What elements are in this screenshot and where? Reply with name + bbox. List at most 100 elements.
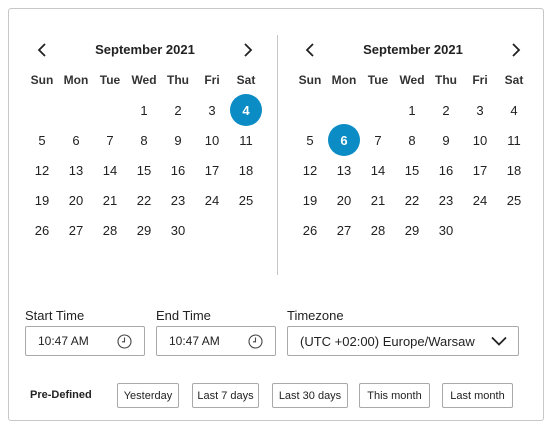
- preset-last-month-button[interactable]: Last month: [442, 383, 513, 408]
- calendar-header: September 2021: [25, 35, 265, 65]
- day-cell[interactable]: 6: [59, 125, 93, 155]
- clock-icon[interactable]: [117, 334, 132, 349]
- next-month-button[interactable]: [233, 35, 263, 65]
- day-cell[interactable]: 25: [229, 185, 263, 215]
- day-cell[interactable]: 1: [395, 95, 429, 125]
- day-cell[interactable]: 8: [395, 125, 429, 155]
- day-cell[interactable]: 8: [127, 125, 161, 155]
- day-cell[interactable]: 22: [395, 185, 429, 215]
- day-number: 13: [68, 162, 84, 178]
- day-cell[interactable]: 25: [497, 185, 531, 215]
- day-cell[interactable]: 29: [395, 215, 429, 245]
- day-number: 11: [507, 132, 521, 148]
- day-cell[interactable]: 12: [25, 155, 59, 185]
- day-cell[interactable]: 26: [293, 215, 327, 245]
- day-cell[interactable]: 9: [161, 125, 195, 155]
- day-cell[interactable]: 22: [127, 185, 161, 215]
- day-number: 7: [374, 132, 382, 148]
- day-number: 16: [438, 162, 454, 178]
- day-number: 27: [336, 222, 352, 238]
- day-cell[interactable]: 11: [229, 125, 263, 155]
- day-cell[interactable]: 16: [161, 155, 195, 185]
- day-cell[interactable]: 14: [361, 155, 395, 185]
- day-cell[interactable]: 2: [429, 95, 463, 125]
- day-cell[interactable]: 13: [59, 155, 93, 185]
- end-time-input[interactable]: 10:47 AM: [156, 326, 276, 356]
- day-cell[interactable]: 7: [93, 125, 127, 155]
- preset-this-month-button[interactable]: This month: [359, 383, 430, 408]
- day-cell[interactable]: 7: [361, 125, 395, 155]
- day-number: 30: [170, 222, 186, 238]
- day-cell[interactable]: 4: [497, 95, 531, 125]
- selected-day-cell[interactable]: 6: [327, 124, 361, 156]
- end-time-label: End Time: [156, 308, 211, 323]
- day-cell[interactable]: 5: [25, 125, 59, 155]
- day-cell[interactable]: 15: [127, 155, 161, 185]
- day-cell[interactable]: 24: [195, 185, 229, 215]
- day-cell[interactable]: 9: [429, 125, 463, 155]
- day-cell[interactable]: 23: [429, 185, 463, 215]
- next-month-button[interactable]: [501, 35, 531, 65]
- empty-day-cell: [293, 95, 327, 125]
- chevron-right-icon: [244, 43, 253, 57]
- day-cell[interactable]: 10: [195, 125, 229, 155]
- preset-yesterday-button[interactable]: Yesterday: [117, 383, 179, 408]
- day-cell[interactable]: 27: [59, 215, 93, 245]
- day-cell[interactable]: 20: [327, 185, 361, 215]
- day-number: 7: [106, 132, 114, 148]
- day-number: 12: [34, 162, 50, 178]
- day-cell[interactable]: 11: [497, 125, 531, 155]
- start-time-input[interactable]: 10:47 AM: [25, 326, 145, 356]
- day-cell[interactable]: 30: [429, 215, 463, 245]
- day-cell[interactable]: 30: [161, 215, 195, 245]
- day-cell[interactable]: 18: [229, 155, 263, 185]
- day-cell[interactable]: 24: [463, 185, 497, 215]
- day-cell[interactable]: 23: [161, 185, 195, 215]
- clock-icon[interactable]: [248, 334, 263, 349]
- day-cell[interactable]: 28: [361, 215, 395, 245]
- day-number: 5: [38, 132, 46, 148]
- day-cell[interactable]: 1: [127, 95, 161, 125]
- day-cell[interactable]: 3: [195, 95, 229, 125]
- day-cell[interactable]: 16: [429, 155, 463, 185]
- day-cell[interactable]: 17: [195, 155, 229, 185]
- preset-last-7-days-button[interactable]: Last 7 days: [192, 383, 259, 408]
- day-cell[interactable]: 18: [497, 155, 531, 185]
- day-cell[interactable]: 28: [93, 215, 127, 245]
- day-number: 24: [472, 192, 488, 208]
- day-cell[interactable]: 19: [25, 185, 59, 215]
- day-cell[interactable]: 19: [293, 185, 327, 215]
- day-cell[interactable]: 26: [25, 215, 59, 245]
- day-number: 28: [102, 222, 118, 238]
- day-cell[interactable]: 27: [327, 215, 361, 245]
- calendar-title: September 2021: [95, 42, 195, 57]
- day-cell[interactable]: 20: [59, 185, 93, 215]
- empty-day-cell: [93, 95, 127, 125]
- timezone-select[interactable]: (UTC +02:00) Europe/Warsaw: [287, 326, 519, 356]
- chevron-right-icon: [512, 43, 521, 57]
- day-number: 8: [140, 132, 148, 148]
- day-cell[interactable]: 14: [93, 155, 127, 185]
- day-cell[interactable]: 21: [361, 185, 395, 215]
- calendar-end: September 2021 Sun Mon Tue Wed Thu Fri Sat 1 2 3 4…: [293, 35, 533, 245]
- day-cell[interactable]: 21: [93, 185, 127, 215]
- day-cell[interactable]: 5: [293, 125, 327, 155]
- day-number: 14: [102, 162, 118, 178]
- day-number: 13: [336, 162, 352, 178]
- day-number: 19: [302, 192, 318, 208]
- day-cell[interactable]: 10: [463, 125, 497, 155]
- day-cell[interactable]: 12: [293, 155, 327, 185]
- selected-day-cell[interactable]: 4: [229, 94, 263, 126]
- start-time-value: 10:47 AM: [38, 334, 89, 348]
- day-cell[interactable]: 13: [327, 155, 361, 185]
- timezone-label: Timezone: [287, 308, 344, 323]
- day-cell[interactable]: 2: [161, 95, 195, 125]
- day-cell[interactable]: 29: [127, 215, 161, 245]
- preset-last-30-days-button[interactable]: Last 30 days: [272, 383, 348, 408]
- weekday-header: Thu: [167, 73, 189, 87]
- calendar-header: September 2021: [293, 35, 533, 65]
- day-cell[interactable]: 15: [395, 155, 429, 185]
- day-number: 26: [34, 222, 50, 238]
- day-cell[interactable]: 3: [463, 95, 497, 125]
- day-cell[interactable]: 17: [463, 155, 497, 185]
